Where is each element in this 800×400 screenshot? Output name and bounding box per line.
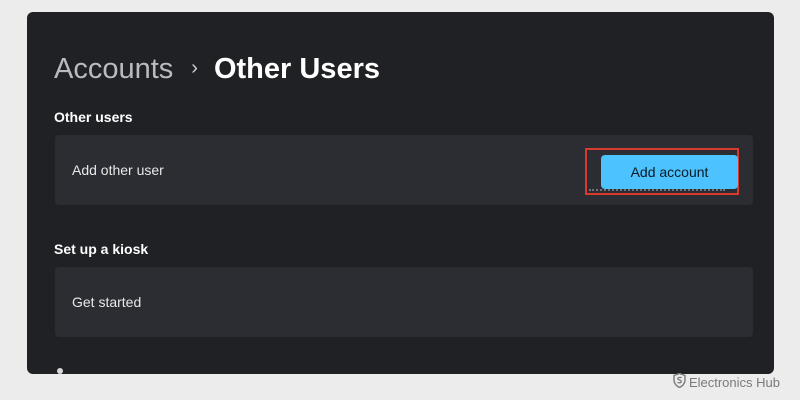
section-header-kiosk: Set up a kiosk <box>54 241 149 257</box>
kiosk-card[interactable]: Get started <box>55 267 753 337</box>
watermark: Electronics Hub <box>673 372 780 391</box>
breadcrumb-accounts[interactable]: Accounts <box>54 53 173 86</box>
settings-window: Accounts › Other Users Other users Add o… <box>27 12 774 374</box>
button-focus-underline <box>589 187 725 191</box>
add-other-user-card: Add other user Add account <box>55 135 753 205</box>
add-other-user-label: Add other user <box>72 162 164 178</box>
partial-section-header <box>57 368 63 374</box>
add-account-button[interactable]: Add account <box>601 155 738 189</box>
watermark-text: Electronics Hub <box>688 374 780 390</box>
shield-s-logo-icon <box>673 372 686 391</box>
get-started-label: Get started <box>72 294 142 310</box>
section-header-other-users: Other users <box>54 109 133 125</box>
chevron-right-icon: › <box>191 56 198 79</box>
breadcrumb: Accounts › Other Users <box>54 51 380 87</box>
page-title: Other Users <box>213 52 380 85</box>
highlight-box: Add account <box>585 148 739 195</box>
